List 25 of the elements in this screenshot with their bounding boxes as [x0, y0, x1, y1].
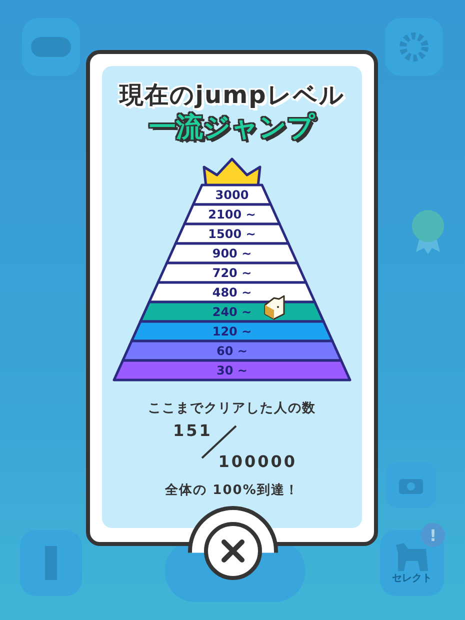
cleared-caption: ここまでクリアした人の数 — [148, 400, 316, 417]
dog-marker-icon — [264, 294, 285, 320]
alert-badge: ! — [421, 523, 445, 547]
dialog-title: 現在のjumpレベル — [119, 82, 345, 110]
cleared-count: 151 — [173, 420, 212, 440]
dog-icon — [394, 541, 430, 571]
camera-button[interactable] — [386, 462, 436, 508]
tier-label: 480 ~ — [212, 285, 252, 300]
reach-summary: 全体の 100%到達！ — [165, 482, 299, 499]
tier-label: 240 ~ — [212, 304, 252, 319]
tier-label: 60 ~ — [216, 344, 248, 358]
tier-label: 2100 ~ — [208, 207, 256, 222]
select-label: セレクト — [392, 572, 432, 585]
close-icon — [220, 538, 246, 564]
tier-label: 900 ~ — [212, 246, 252, 260]
tier-label: 720 ~ — [212, 266, 252, 280]
medal-icon — [410, 208, 446, 254]
tier-label: 1500 ~ — [208, 226, 256, 241]
total-count: 100000 — [218, 452, 297, 471]
camera-icon — [399, 476, 423, 494]
settings-button[interactable] — [385, 18, 443, 76]
tier-label: 120 ~ — [212, 324, 252, 338]
tier-label: 3000 — [215, 188, 249, 202]
tier-label: 30 ~ — [216, 363, 248, 378]
level-name: 一流ジャンプ — [149, 112, 315, 143]
